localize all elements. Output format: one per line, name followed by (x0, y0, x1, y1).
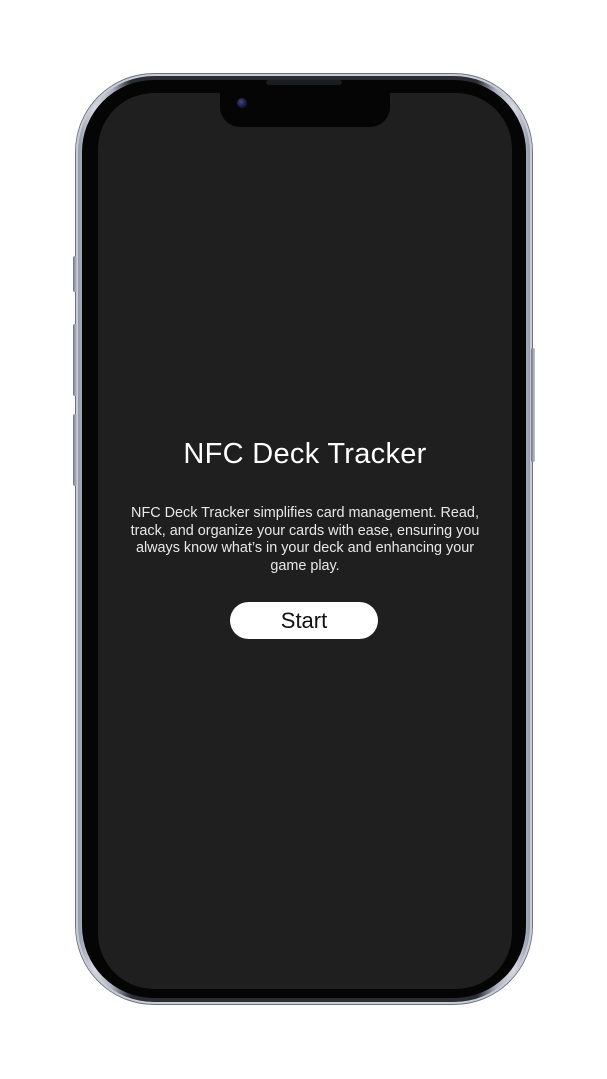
app-title: NFC Deck Tracker (183, 438, 427, 470)
start-button[interactable]: Start (230, 602, 378, 639)
power-button (531, 348, 535, 462)
notch (220, 93, 390, 127)
earpiece-speaker (266, 80, 342, 85)
screen: NFC Deck Tracker NFC Deck Tracker simpli… (98, 93, 512, 989)
device-mockup: NFC Deck Tracker NFC Deck Tracker simpli… (0, 0, 607, 1079)
volume-up-button (73, 324, 77, 396)
front-camera-icon (237, 98, 247, 108)
welcome-screen: NFC Deck Tracker NFC Deck Tracker simpli… (98, 93, 512, 989)
action-button (73, 256, 77, 292)
app-description: NFC Deck Tracker simplifies card managem… (130, 505, 480, 574)
volume-down-button (73, 414, 77, 486)
